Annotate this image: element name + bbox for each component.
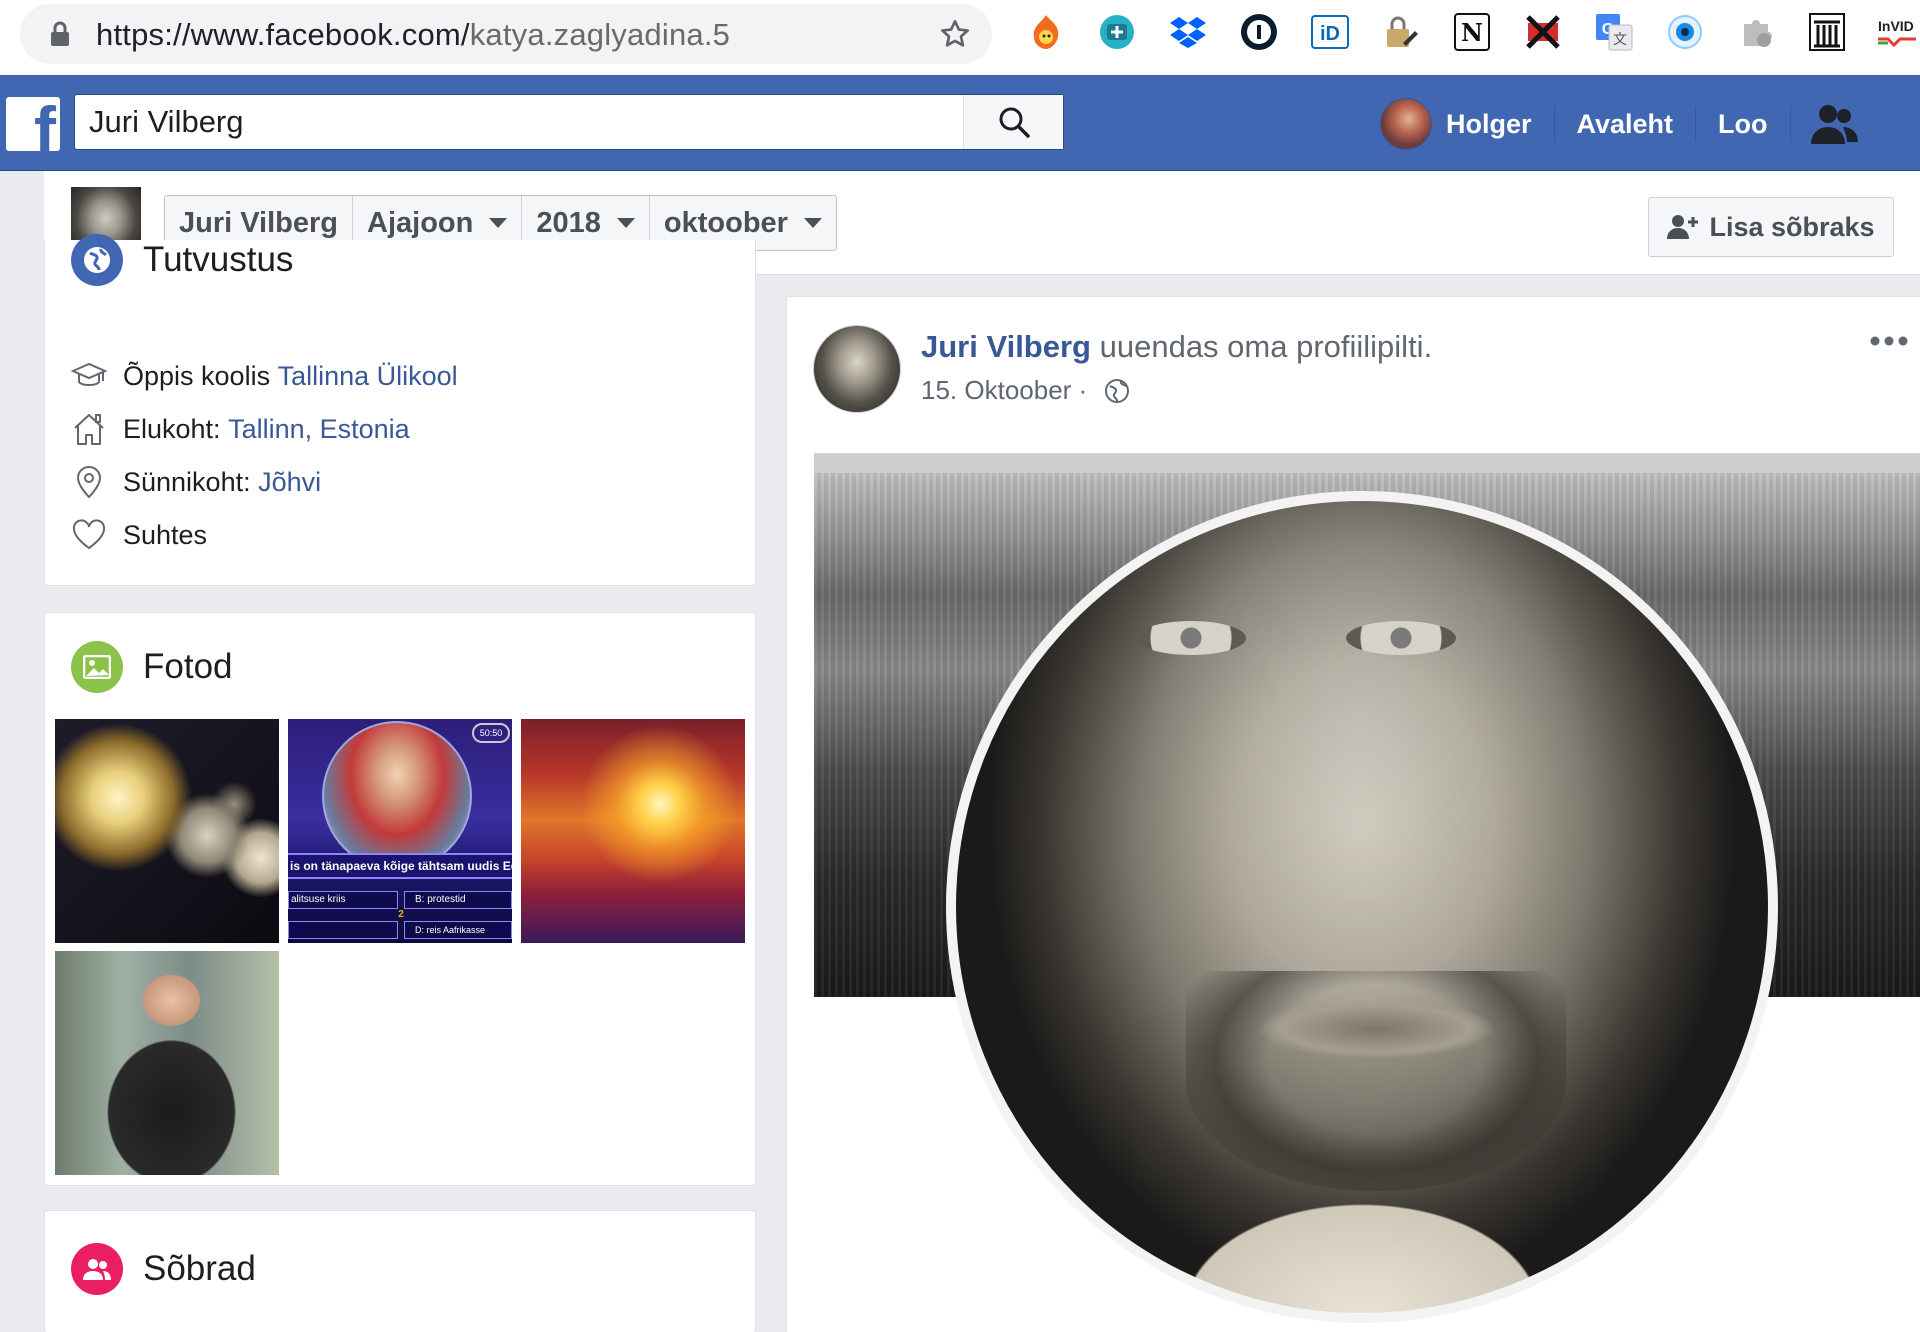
- svg-text:N: N: [1461, 18, 1483, 47]
- id-icon[interactable]: iD: [1310, 12, 1350, 52]
- svg-text:文: 文: [1613, 32, 1627, 48]
- user-avatar[interactable]: [1380, 98, 1432, 150]
- chevron-down-icon: [489, 218, 508, 228]
- eye-extension-icon[interactable]: [1665, 12, 1705, 52]
- post-headline: Juri Vilberg uuendas oma profiilipilti.: [921, 329, 1432, 365]
- cover-photo-top-edge: [814, 453, 1920, 473]
- chevron-down-icon: [803, 218, 822, 228]
- post-meta: 15. Oktoober ·: [921, 375, 1130, 406]
- education-prefix: Õppis koolis: [123, 360, 278, 391]
- extension-plus-icon[interactable]: [1097, 12, 1137, 52]
- photo-lights[interactable]: [55, 719, 279, 943]
- breadcrumb-year-label: 2018: [536, 206, 601, 239]
- url-text: https://www.facebook.com/katya.zaglyadin…: [96, 17, 731, 52]
- photo-tv-badge: 50:50: [472, 723, 510, 743]
- post-date-separator: ·: [1071, 375, 1095, 405]
- puzzle-extension-icon[interactable]: [1736, 12, 1776, 52]
- post-author-avatar[interactable]: [813, 325, 901, 413]
- residence-link[interactable]: Tallinn, Estonia: [228, 414, 410, 445]
- browser-toolbar: https://www.facebook.com/katya.zaglyadin…: [0, 0, 1920, 75]
- birthplace-link[interactable]: Jõhvi: [258, 467, 321, 498]
- friends-icon: [71, 1243, 123, 1295]
- notion-icon[interactable]: N: [1452, 12, 1492, 52]
- search-input[interactable]: [89, 103, 1029, 141]
- photos-title[interactable]: Fotod: [143, 647, 233, 687]
- location-pin-icon: [76, 466, 102, 499]
- intro-birthplace-row: Sünnikoht: Jõhvi: [71, 464, 321, 500]
- education-link[interactable]: Tallinna Ülikool: [278, 361, 458, 392]
- post-profile-photo[interactable]: [814, 441, 1920, 1332]
- home-icon: [74, 414, 104, 445]
- intro-relationship-row: Suhtes: [71, 517, 207, 553]
- intro-residence-row: Elukoht: Tallinn, Estonia: [71, 411, 410, 447]
- search-box: [74, 94, 1064, 150]
- portrait-mouth: [1256, 999, 1496, 1059]
- photo-autumn[interactable]: [521, 719, 745, 943]
- add-friend-icon: [1667, 215, 1699, 239]
- archive-icon[interactable]: [1807, 12, 1847, 52]
- svg-text:iD: iD: [1320, 23, 1340, 45]
- globe-icon: [71, 234, 123, 286]
- timeline-post: Juri Vilberg uuendas oma profiilipilti. …: [786, 296, 1920, 1332]
- google-translate-icon[interactable]: G文: [1594, 12, 1634, 52]
- residence-prefix: Elukoht:: [123, 413, 229, 444]
- intro-title: Tutvustus: [143, 240, 294, 279]
- crossed-extension-icon[interactable]: [1523, 12, 1563, 52]
- birthplace-prefix: Sünnikoht:: [123, 466, 259, 497]
- intro-card: Tutvustus Õppis koolis Tallinna Ülikool …: [44, 234, 756, 586]
- photos-card: Fotod 50:50 is on tänapaeva kõige tähtsa…: [44, 612, 756, 1186]
- photo-tv-mid: 2: [398, 909, 404, 920]
- lock-pen-icon[interactable]: [1381, 12, 1421, 52]
- friends-title[interactable]: Sõbrad: [143, 1249, 256, 1289]
- svg-text:InVID: InVID: [1878, 18, 1914, 34]
- dropbox-icon[interactable]: [1168, 12, 1208, 52]
- photo-tv-option-c-left: [288, 921, 398, 939]
- portrait-left-eye: [1136, 621, 1246, 655]
- add-friend-button[interactable]: Lisa sõbraks: [1648, 197, 1894, 257]
- address-bar[interactable]: https://www.facebook.com/katya.zaglyadin…: [20, 4, 992, 64]
- nav-profile-link[interactable]: Holger: [1446, 97, 1554, 151]
- photo-tv-option-a: alitsuse kriis: [288, 891, 398, 909]
- bookmark-star-icon[interactable]: [938, 18, 972, 50]
- photo-tv-portrait: [322, 721, 472, 871]
- photo-tv-quiz[interactable]: 50:50 is on tänapaeva kõige tähtsam uudi…: [288, 719, 512, 943]
- photo-tv-option-c: D: reis Aafrikasse: [404, 921, 512, 939]
- relationship-text: Suhtes: [123, 519, 208, 550]
- nav-divider: [1789, 106, 1791, 142]
- friend-requests-icon[interactable]: [1809, 102, 1859, 146]
- invid-icon[interactable]: InVID: [1876, 12, 1920, 52]
- post-date[interactable]: 15. Oktoober: [921, 375, 1071, 406]
- hotspot-shield-icon[interactable]: [1026, 12, 1066, 52]
- photos-icon: [71, 641, 123, 693]
- search-icon: [999, 107, 1030, 138]
- public-globe-icon[interactable]: [1104, 378, 1130, 404]
- portrait-right-eye: [1346, 621, 1456, 655]
- intro-education-row: Õppis koolis Tallinna Ülikool: [71, 358, 458, 394]
- photo-tv-caption: is on tänapaeva kõige tähtsam uudis Eest…: [288, 853, 512, 879]
- chevron-down-icon: [616, 218, 635, 228]
- onepassword-icon[interactable]: [1239, 12, 1279, 52]
- heart-icon: [72, 519, 106, 550]
- post-action-text: uuendas oma profiilipilti.: [1091, 329, 1433, 364]
- photo-tv-option-b: B: protestid: [404, 891, 512, 909]
- breadcrumb-section-label: Ajajoon: [367, 206, 474, 239]
- facebook-logo-icon[interactable]: f: [6, 97, 60, 151]
- post-author-link[interactable]: Juri Vilberg: [921, 329, 1091, 364]
- profile-picture-circle: [946, 491, 1778, 1323]
- facebook-top-bar: f Holger Avaleht Loo: [0, 75, 1920, 171]
- nav-home-link[interactable]: Avaleht: [1555, 97, 1696, 151]
- friends-card: Sõbrad: [44, 1210, 756, 1332]
- lock-icon: [51, 21, 69, 46]
- nav-create-link[interactable]: Loo: [1696, 97, 1789, 151]
- search-button[interactable]: [963, 95, 1063, 149]
- post-options-icon[interactable]: [1869, 335, 1909, 347]
- graduation-cap-icon: [71, 362, 107, 386]
- breadcrumb-month-label: oktoober: [663, 206, 788, 239]
- add-friend-label: Lisa sõbraks: [1709, 211, 1875, 242]
- photo-man-jacket[interactable]: [55, 951, 279, 1175]
